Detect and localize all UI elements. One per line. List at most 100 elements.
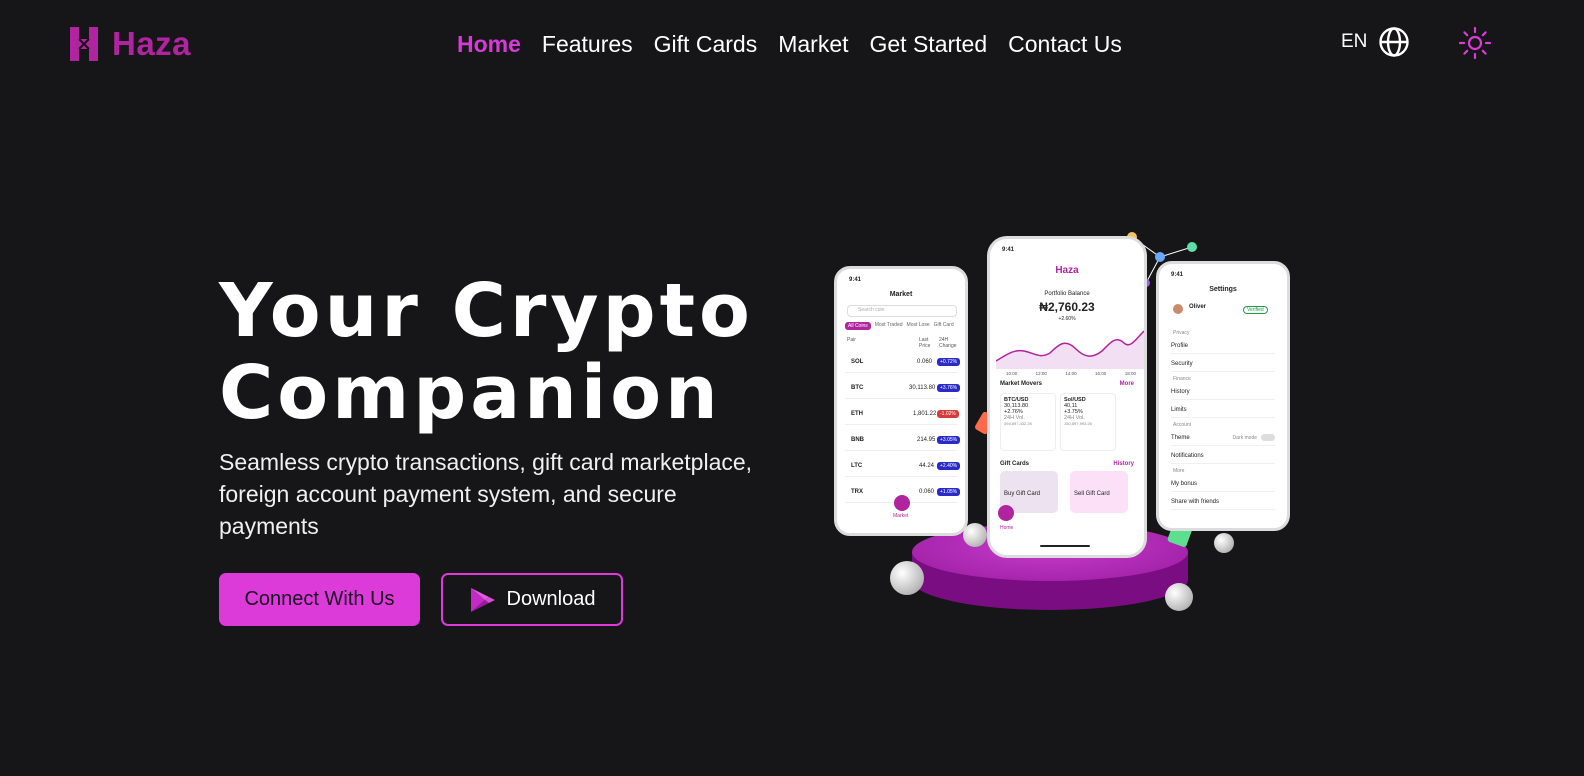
market-row: BTC 30,113.80 +3.76% xyxy=(845,379,961,399)
status-time: 9:41 xyxy=(849,277,862,283)
coin-name: BTC xyxy=(851,385,864,391)
hero-subtitle: Seamless crypto transactions, gift card … xyxy=(219,449,753,539)
settings-row-history: History xyxy=(1171,384,1275,400)
movers-more: More xyxy=(1119,381,1134,387)
col-last: Last Price xyxy=(919,337,931,349)
filter-chip: Most Traded xyxy=(874,322,903,328)
nav-contact-us[interactable]: Contact Us xyxy=(1008,28,1122,60)
coin-price: 30,113.80 xyxy=(909,385,936,391)
download-label: Download xyxy=(506,588,596,610)
mover-vol: 394,897,432.26 xyxy=(1004,421,1032,426)
settings-item-label: My bonus xyxy=(1171,480,1198,487)
change-badge: +0.72% xyxy=(937,358,961,366)
change-badge: +2.40% xyxy=(937,462,961,470)
sell-gift-card-label: Sell Gift Card xyxy=(1074,491,1110,497)
decor-ball xyxy=(1165,583,1193,611)
settings-item-label: Profile xyxy=(1171,342,1189,349)
nav-gift-cards[interactable]: Gift Cards xyxy=(654,28,758,60)
phone-brand: Haza xyxy=(990,265,1144,276)
x-tick: 12:00 xyxy=(1035,371,1047,376)
portfolio-chart xyxy=(996,330,1144,369)
download-button[interactable]: Download xyxy=(441,573,623,626)
x-tick: 14:00 xyxy=(1065,371,1077,376)
filter-chip: All Coins xyxy=(845,322,871,330)
nav-features[interactable]: Features xyxy=(542,28,633,60)
brand-logo[interactable]: Haza xyxy=(66,24,191,64)
theme-toggle-button[interactable] xyxy=(1458,26,1492,60)
filter-chips: All Coins Most Traded Most Lose Gift Car… xyxy=(845,322,954,330)
filter-chip: Most Lose xyxy=(906,322,930,328)
decor-ball xyxy=(1214,533,1234,553)
decor-ball xyxy=(890,561,924,595)
x-tick: 16:00 xyxy=(1095,371,1107,376)
settings-row-bonus: My bonus xyxy=(1171,476,1275,492)
hero-title-line-2: Companion xyxy=(219,350,722,436)
settings-row-security: Security xyxy=(1171,356,1275,372)
settings-item-label: Limits xyxy=(1171,406,1187,413)
dark-mode-label: Dark mode xyxy=(1232,434,1257,441)
market-row: LTC 44.24 +2.40% xyxy=(845,457,961,477)
col-pair: Pair xyxy=(847,337,856,343)
phone-settings-screen: 9:41 Settings Oliver Verified Privacy Pr… xyxy=(1156,261,1290,531)
change-badge: -1.02% xyxy=(937,410,959,418)
screen-title: Settings xyxy=(1209,286,1237,293)
change-badge: +3.05% xyxy=(937,436,961,444)
mover-vol: 150,897,993.26 xyxy=(1064,421,1092,426)
sell-gift-card-tile: Sell Gift Card xyxy=(1070,471,1128,513)
chart-x-axis: 10:00 12:00 14:00 16:00 18:00 xyxy=(1006,371,1136,376)
section-label: Privacy xyxy=(1173,330,1190,336)
connect-with-us-button[interactable]: Connect With Us xyxy=(219,573,420,626)
brand-name: Haza xyxy=(112,25,192,62)
sun-icon xyxy=(1458,26,1492,60)
coin-price: 1,801.22 xyxy=(913,411,937,417)
settings-row-profile: Profile xyxy=(1171,338,1275,354)
settings-row-share: Share with friends xyxy=(1171,494,1275,510)
gift-history-link: History xyxy=(1113,461,1134,467)
nav-home[interactable]: Home xyxy=(457,28,521,60)
search-input: Search coin xyxy=(847,305,957,317)
coin-price: 214.95 xyxy=(917,437,936,443)
language-code: EN xyxy=(1341,31,1368,52)
screen-title: Market xyxy=(889,291,913,298)
section-label: More xyxy=(1173,468,1185,474)
section-label: Finance xyxy=(1173,376,1191,382)
tab-home-label: Home xyxy=(1000,525,1014,531)
filter-chip: Gift Card xyxy=(933,322,954,328)
dark-mode-toggle xyxy=(1261,434,1275,441)
market-row: BNB 214.95 +3.05% xyxy=(845,431,961,451)
coin-name: SOL xyxy=(851,359,864,365)
status-time: 9:41 xyxy=(1171,272,1184,278)
gift-cards-title: Gift Cards xyxy=(1000,461,1030,467)
phone-brand-name: Haza xyxy=(1055,265,1079,276)
col-change: 24H Change xyxy=(939,337,957,349)
section-label: Account xyxy=(1173,422,1192,428)
coin-name: TRX xyxy=(851,489,863,495)
change-badge: +1.05% xyxy=(937,488,961,496)
nav-get-started[interactable]: Get Started xyxy=(870,28,988,60)
balance-change: +2.60% xyxy=(1058,316,1076,322)
nav-market[interactable]: Market xyxy=(778,28,848,60)
settings-row-limits: Limits xyxy=(1171,402,1275,418)
coin-price: 0.060 xyxy=(917,359,933,365)
phone-market-screen: 9:41 Market Search coin All Coins Most T… xyxy=(834,266,968,536)
coin-price: 0.060 xyxy=(919,489,935,495)
verified-badge: Verified xyxy=(1243,306,1268,314)
movers-title: Market Movers xyxy=(1000,381,1043,387)
settings-item-label: Security xyxy=(1171,360,1193,367)
app-preview-illustration: 9:41 Market Search coin All Coins Most T… xyxy=(820,225,1310,645)
home-tab-icon xyxy=(998,505,1014,521)
mover-card: BTC/USD 30,113.80 +2.76% 24H Vol. 394,89… xyxy=(1000,393,1056,451)
haza-logo-icon xyxy=(70,27,98,61)
buy-gift-card-label: Buy Gift Card xyxy=(1004,491,1041,497)
coin-name: LTC xyxy=(851,463,863,469)
balance-label: Portfolio Balance xyxy=(1044,291,1090,297)
market-tab-icon xyxy=(894,495,910,511)
coin-price: 44.24 xyxy=(919,463,935,469)
language-selector[interactable]: EN xyxy=(1341,26,1410,58)
settings-row-theme: Theme Dark mode xyxy=(1171,430,1275,446)
settings-item-label: Notifications xyxy=(1171,452,1204,459)
main-menu: Home Features Gift Cards Market Get Star… xyxy=(457,28,1122,60)
coin-name: BNB xyxy=(851,437,864,443)
top-navigation: Haza Home Features Gift Cards Market Get… xyxy=(0,0,1584,88)
user-name: Oliver xyxy=(1189,304,1207,310)
